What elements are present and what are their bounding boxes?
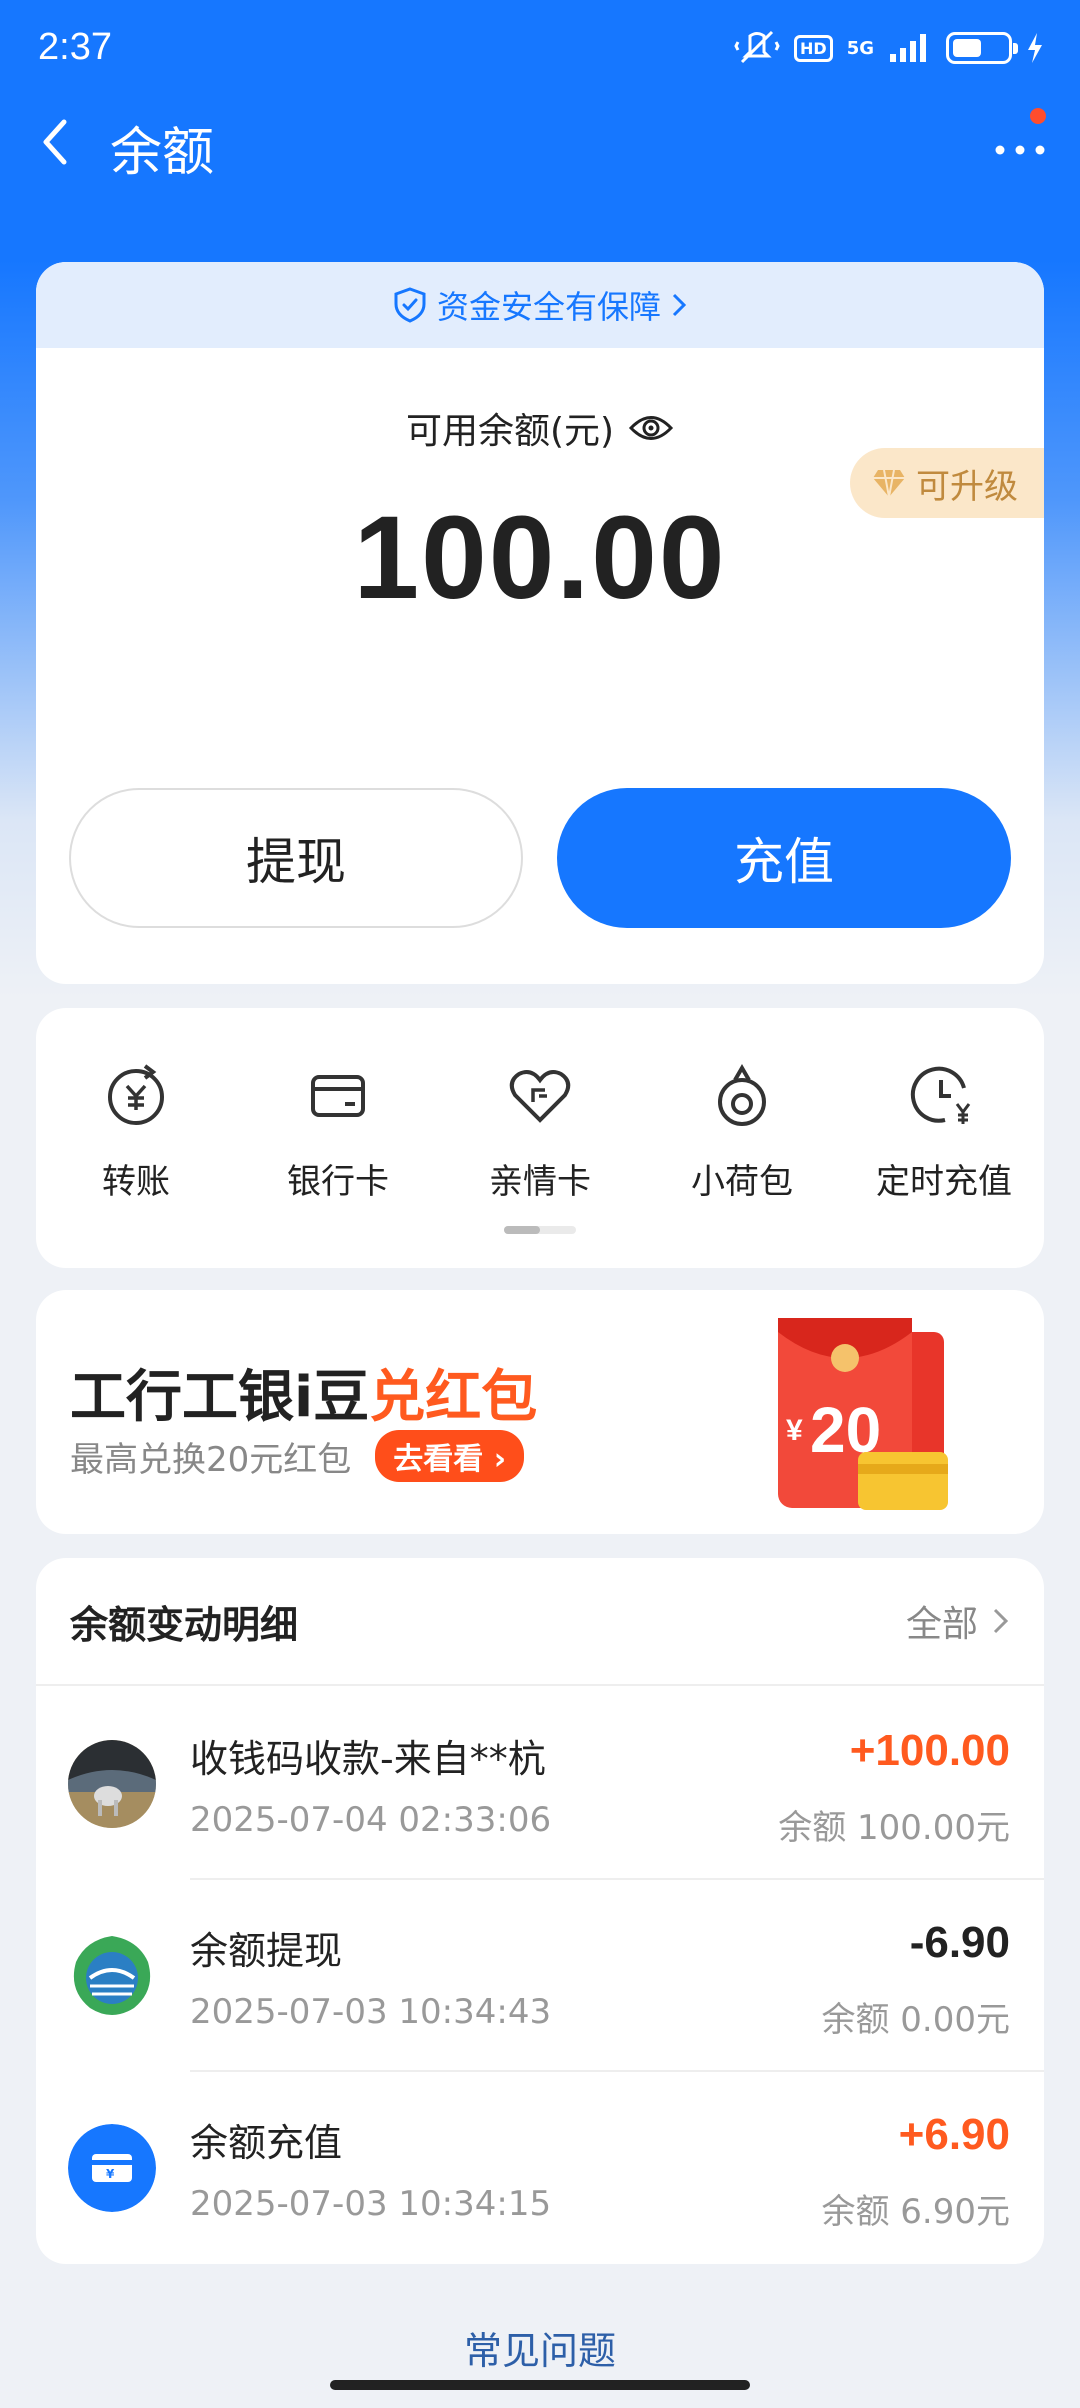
transaction-balance: 余额 100.00元 [778,1808,1010,1848]
promo-subtitle-row: 最高兑换20元红包 去看看 › [70,1430,525,1482]
detail-title: 余额变动明细 [70,1602,299,1647]
transaction-amount: +100.00 [849,1726,1010,1775]
transaction-amount: -6.90 [909,1918,1010,1967]
transaction-time: 2025-07-04 02:33:06 [190,1800,552,1840]
page-title: 余额 [110,124,215,182]
transfer-icon [108,1064,164,1125]
home-indicator[interactable] [330,2380,750,2390]
transaction-title: 余额充值 [190,2121,343,2165]
bank-logo-icon [68,1932,156,2020]
detail-header: 余额变动明细 全部 [36,1558,1044,1686]
service-label: 小荷包 [691,1162,793,1202]
transaction-title: 余额提现 [190,1929,343,1973]
faq-link[interactable]: 常见问题 [0,2320,1080,2375]
charging-icon [1028,33,1042,63]
service-label: 转账 [102,1162,170,1202]
bank-card-icon [311,1075,365,1117]
chevron-right-icon [993,1608,1009,1634]
recharge-button[interactable]: 充值 [557,788,1011,928]
transaction-balance: 余额 6.90元 [821,2192,1010,2232]
scheduled-recharge-icon [910,1066,971,1124]
hd-badge: HD [794,34,833,62]
transaction-time: 2025-07-03 10:34:43 [190,1992,552,2032]
chevron-right-icon [672,293,687,317]
envelope-currency: ¥ [786,1414,803,1447]
view-all-label: 全部 [905,1604,978,1645]
balance-detail-card: 余额变动明细 全部 收钱码收款-来自**杭 2025-07-04 02:33:0… [36,1558,1044,2264]
shield-check-icon [394,287,426,323]
available-label-text: 可用余额(元) [405,411,615,452]
eye-icon[interactable] [628,411,674,445]
promo-card[interactable]: 工行工银i豆兑红包 最高兑换20元红包 去看看 › ¥ 20 [36,1290,1044,1534]
transaction-row[interactable]: ¥ 余额充值 2025-07-03 10:34:15 +6.90 余额 6.90… [36,2072,1044,2264]
service-bank-card[interactable]: 银行卡 [238,1060,438,1203]
transaction-title: 收钱码收款-来自**杭 [190,1737,546,1781]
transaction-balance: 余额 0.00元 [821,2000,1010,2040]
safety-banner[interactable]: 资金安全有保障 [36,262,1044,348]
transaction-row[interactable]: 收钱码收款-来自**杭 2025-07-04 02:33:06 +100.00 … [36,1688,1044,1880]
svg-text:¥: ¥ [106,2167,115,2181]
service-transfer[interactable]: 转账 [36,1060,236,1203]
transaction-amount: +6.90 [898,2110,1010,2159]
promo-title: 工行工银i豆兑红包 [70,1352,537,1433]
transaction-time: 2025-07-03 10:34:15 [190,2184,552,2224]
withdraw-button[interactable]: 提现 [69,788,523,928]
service-purse[interactable]: 小荷包 [642,1060,842,1203]
balance-card: 资金安全有保障 可用余额(元) 可升级 100.00 提现 充值 [36,262,1044,984]
purse-icon [718,1064,766,1126]
vibrate-muted-icon [734,30,780,64]
status-icons: HD 5G [734,28,1044,68]
signal-icon [890,34,926,62]
service-label: 定时充值 [876,1162,1012,1202]
notification-dot [1030,108,1046,124]
nav-bar: 余额 [0,100,1080,190]
service-scheduled-recharge[interactable]: 定时充值 [844,1060,1044,1203]
page-indicator [504,1226,576,1234]
more-icon[interactable] [990,120,1050,170]
status-bar: 2:37 HD 5G [0,0,1080,100]
balance-amount: 100.00 [353,492,727,624]
status-time: 2:37 [38,26,112,68]
safety-text: 资金安全有保障 [436,288,661,326]
back-icon[interactable] [30,112,90,172]
promo-button-label: 去看看 [393,1442,484,1477]
service-label: 银行卡 [287,1162,389,1202]
recharge-logo-icon: ¥ [68,2124,156,2212]
family-card-icon [509,1070,571,1123]
payer-avatar [68,1740,156,1828]
service-label: 亲情卡 [489,1162,591,1202]
services-card: 转账 银行卡 亲情卡 小荷包 定时充值 [36,1008,1044,1268]
transaction-row[interactable]: 余额提现 2025-07-03 10:34:43 -6.90 余额 0.00元 [36,1880,1044,2072]
promo-title-highlight: 兑红包 [369,1365,538,1430]
promo-button[interactable]: 去看看 › [375,1430,525,1482]
network-label: 5G [846,37,874,59]
red-envelope-icon: ¥ 20 [778,1318,948,1510]
service-family-card[interactable]: 亲情卡 [440,1060,640,1203]
view-all-link[interactable]: 全部 [906,1595,1010,1647]
promo-subtitle: 最高兑换20元红包 [70,1439,352,1480]
promo-title-main: 工行工银i豆 [70,1365,370,1430]
battery-icon [946,32,1018,64]
available-balance-label: 可用余额(元) [36,402,1044,454]
